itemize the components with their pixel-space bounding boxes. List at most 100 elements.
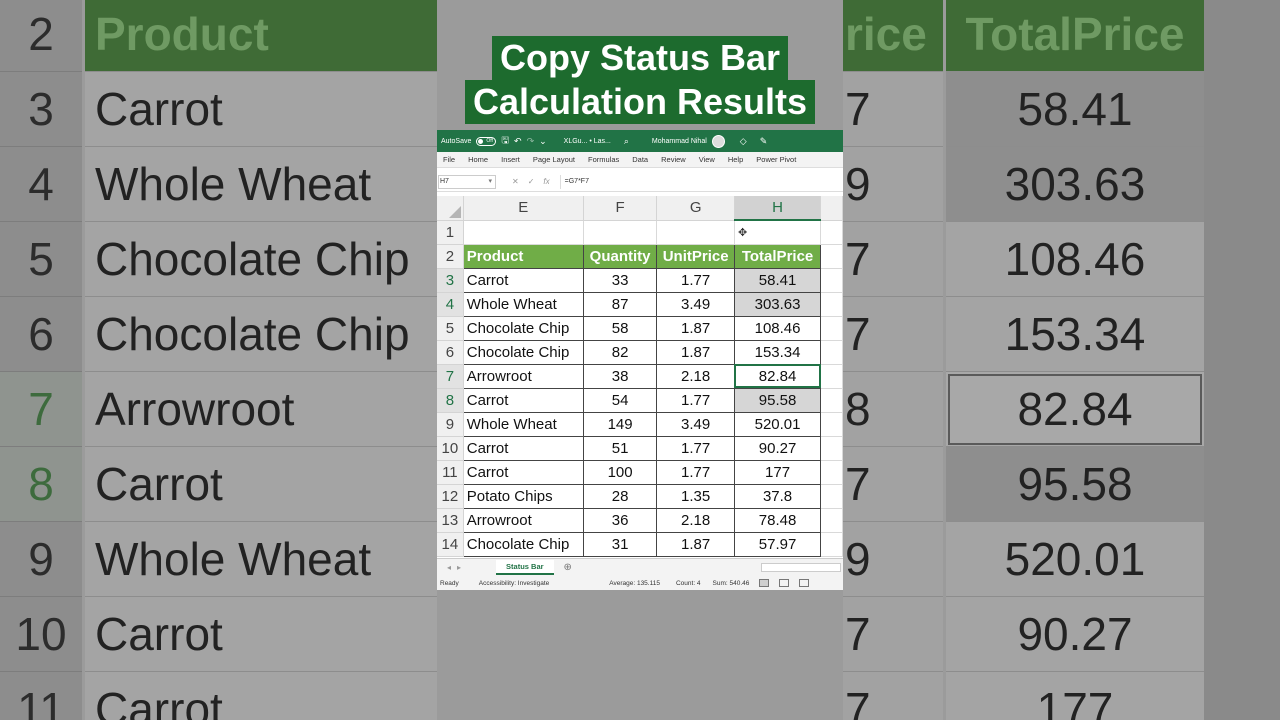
cell[interactable]: UnitPrice <box>656 243 735 269</box>
cell[interactable] <box>820 436 843 461</box>
sum-status[interactable]: Sum: 540.46 <box>713 580 750 587</box>
prev-sheet-icon[interactable]: ◂ <box>447 563 451 572</box>
select-all-corner[interactable] <box>437 196 464 221</box>
cell[interactable]: 33 <box>582 267 658 293</box>
row-header[interactable]: 13 <box>437 508 464 533</box>
cell[interactable]: 90.27 <box>733 435 822 461</box>
cell[interactable]: 58 <box>582 315 658 341</box>
cell[interactable]: 3.49 <box>656 291 735 317</box>
cell[interactable]: 38 <box>582 363 658 389</box>
cancel-icon[interactable]: ✕ <box>512 177 519 186</box>
row-header[interactable]: 14 <box>437 532 464 557</box>
cell[interactable]: Product <box>462 243 584 269</box>
row-header[interactable]: 7 <box>437 364 464 389</box>
cell[interactable] <box>820 364 843 389</box>
confirm-icon[interactable]: ✓ <box>528 177 535 186</box>
page-break-view-icon[interactable] <box>799 579 810 587</box>
cell[interactable]: 1.77 <box>656 435 735 461</box>
column-header-f[interactable]: F <box>583 196 658 221</box>
cell[interactable] <box>583 220 658 245</box>
ribbon-tab[interactable]: Formulas <box>588 155 619 164</box>
user-name[interactable]: Mohammad Nihal <box>652 138 707 145</box>
save-icon[interactable]: 🖫 <box>501 133 509 149</box>
cell[interactable] <box>820 484 843 509</box>
cell[interactable]: 82 <box>582 339 658 365</box>
row-header[interactable]: 2 <box>437 244 464 269</box>
cell[interactable]: 57.97 <box>733 531 822 557</box>
cell[interactable]: 1.77 <box>656 459 735 485</box>
cell[interactable] <box>656 220 735 245</box>
cell[interactable]: 149 <box>582 411 658 437</box>
cell[interactable]: 1.35 <box>656 483 735 509</box>
cell[interactable]: Chocolate Chip <box>462 339 584 365</box>
cell[interactable]: 54 <box>582 387 658 413</box>
ribbon-tab[interactable]: Data <box>632 155 648 164</box>
cell[interactable]: Chocolate Chip <box>462 531 584 557</box>
cell[interactable]: 31 <box>582 531 658 557</box>
cell[interactable]: 108.46 <box>733 315 822 341</box>
row-header[interactable]: 1 <box>437 220 464 245</box>
cell[interactable] <box>820 412 843 437</box>
row-header[interactable]: 11 <box>437 460 464 485</box>
cell[interactable] <box>820 292 843 317</box>
ribbon-tab[interactable]: View <box>699 155 715 164</box>
cell[interactable]: Arrowroot <box>462 363 584 389</box>
row-header[interactable]: 9 <box>437 412 464 437</box>
ribbon-tab[interactable]: Power Pivot <box>756 155 796 164</box>
count-status[interactable]: Count: 4 <box>676 580 701 587</box>
accessibility-status[interactable]: Accessibility: Investigate <box>479 580 549 587</box>
average-status[interactable]: Average: 135.115 <box>609 580 660 587</box>
row-header[interactable]: 4 <box>437 292 464 317</box>
sheet-tab-status-bar[interactable]: Status Bar <box>496 560 554 575</box>
cell[interactable] <box>820 460 843 485</box>
column-header-e[interactable]: E <box>463 196 584 221</box>
column-header-g[interactable]: G <box>656 196 735 221</box>
cell[interactable]: 153.34 <box>733 339 822 365</box>
cell[interactable]: 51 <box>582 435 658 461</box>
normal-view-icon[interactable] <box>759 579 770 587</box>
cell[interactable]: TotalPrice <box>733 243 822 269</box>
ribbon-tab[interactable]: File <box>443 155 455 164</box>
cell[interactable]: Whole Wheat <box>462 411 584 437</box>
cell[interactable]: 520.01 <box>733 411 822 437</box>
formula-input[interactable]: =G7*F7 <box>559 174 843 189</box>
ribbon-tab[interactable]: Home <box>468 155 488 164</box>
cell[interactable] <box>820 388 843 413</box>
cell[interactable]: 3.49 <box>656 411 735 437</box>
row-header[interactable]: 10 <box>437 436 464 461</box>
cell[interactable] <box>820 532 843 557</box>
ribbon-tab[interactable]: Page Layout <box>533 155 575 164</box>
next-sheet-icon[interactable]: ▸ <box>457 563 461 572</box>
cell[interactable]: 1.87 <box>656 315 735 341</box>
ribbon-tab[interactable]: Help <box>728 155 743 164</box>
horizontal-scrollbar[interactable] <box>761 563 841 572</box>
cell[interactable]: 1.77 <box>656 387 735 413</box>
diamond-icon[interactable]: ◇ <box>740 136 747 147</box>
file-name[interactable]: XLGu... • Las... <box>564 138 611 145</box>
column-header-blank[interactable] <box>820 196 843 221</box>
cell[interactable]: 303.63 <box>733 291 822 317</box>
cell[interactable]: 2.18 <box>656 363 735 389</box>
cell[interactable]: Arrowroot <box>462 507 584 533</box>
cell[interactable] <box>820 316 843 341</box>
cell[interactable]: 87 <box>582 291 658 317</box>
add-sheet-icon[interactable]: ⊕ <box>564 562 572 573</box>
column-header-h[interactable]: H <box>734 196 822 221</box>
row-header[interactable]: 8 <box>437 388 464 413</box>
cell[interactable] <box>820 268 843 293</box>
redo-icon[interactable]: ↷ <box>527 136 535 147</box>
cell[interactable]: ✥ <box>734 220 822 245</box>
page-layout-view-icon[interactable] <box>779 579 790 587</box>
autosave-toggle[interactable]: Off <box>476 136 497 146</box>
cell[interactable]: 78.48 <box>733 507 822 533</box>
row-header[interactable]: 12 <box>437 484 464 509</box>
cell[interactable] <box>820 340 843 365</box>
cell[interactable]: Potato Chips <box>462 483 584 509</box>
cell[interactable]: 95.58 <box>733 387 822 413</box>
row-header[interactable]: 5 <box>437 316 464 341</box>
cell[interactable] <box>820 508 843 533</box>
cell[interactable]: Chocolate Chip <box>462 315 584 341</box>
cell[interactable]: 100 <box>582 459 658 485</box>
ribbon-tab[interactable]: Review <box>661 155 686 164</box>
row-header[interactable]: 6 <box>437 340 464 365</box>
